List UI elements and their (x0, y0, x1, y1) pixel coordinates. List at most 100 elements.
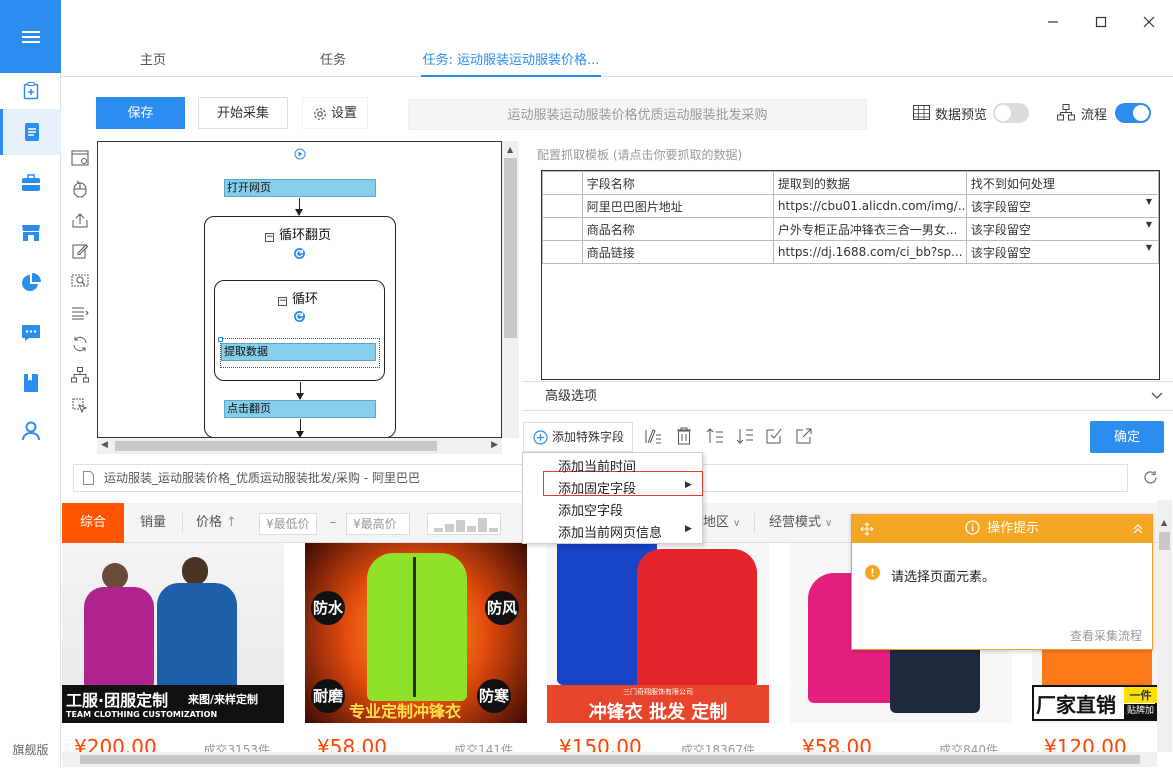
tool-open-page[interactable] (69, 147, 91, 169)
handle-dropdown[interactable]: 该字段留空 ▼ (965, 240, 1160, 264)
tool-recognize[interactable] (69, 271, 91, 293)
refresh-icon (73, 336, 87, 352)
flow-node-extract[interactable]: 提取数据 (221, 343, 376, 361)
move-icon[interactable] (860, 522, 874, 536)
tool-extract[interactable] (69, 209, 91, 231)
list-icon (72, 307, 89, 320)
price-histogram[interactable] (427, 513, 501, 535)
warning-icon (865, 565, 880, 580)
user-icon (21, 421, 40, 441)
tool-input[interactable] (69, 240, 91, 262)
sort-all[interactable]: 综合 (62, 503, 124, 543)
menu-item-add-current-time[interactable]: 添加当前时间 (558, 456, 636, 475)
banner-subtext: 来图/来样定制 (188, 693, 259, 706)
left-sidebar: 旗舰版 (0, 0, 61, 768)
filter-business-mode[interactable]: 经营模式 ∨ (769, 503, 832, 543)
rename-icon[interactable] (643, 426, 663, 446)
move-up-icon[interactable] (705, 426, 725, 446)
field-name-cell[interactable]: 商品链接 (581, 240, 774, 264)
tool-select[interactable] (69, 302, 91, 324)
collapse-icon[interactable]: − (265, 233, 274, 242)
external-link-icon[interactable] (794, 426, 814, 446)
collapse-icon[interactable]: − (278, 297, 287, 306)
flow-canvas[interactable]: 打开网页 − 循环翻页 − 循环 提取数据 点击翻页 (97, 141, 502, 438)
product-card[interactable]: 工服·团服定制 来图/来样定制 TEAM CLOTHING CUSTOMIZAT… (62, 543, 284, 752)
filter-region[interactable]: 地区 ∨ (703, 503, 740, 543)
config-title: 配置抓取模板 (请点击你要抓取的数据) (537, 148, 743, 162)
banner-text: 厂家直销 (1036, 693, 1116, 717)
settings-button[interactable]: 设置 (302, 97, 368, 129)
save-button[interactable]: 保存 (96, 97, 185, 129)
confirm-button[interactable]: 确定 (1090, 421, 1164, 453)
trash-icon[interactable] (674, 426, 694, 446)
data-preview-toggle[interactable] (993, 103, 1029, 123)
maximize-button[interactable] (1077, 0, 1125, 44)
min-price-input[interactable]: ¥最低价 (259, 513, 317, 535)
chevron-down-icon: ∨ (825, 518, 833, 529)
sidebar-item-new-task[interactable] (0, 73, 61, 109)
tool-click[interactable] (69, 178, 91, 200)
field-name-cell[interactable]: 商品名称 (581, 217, 774, 241)
loop-box[interactable]: − 循环 提取数据 (214, 280, 385, 381)
field-name-cell[interactable]: 阿里巴巴图片地址 (581, 194, 774, 218)
handle-dropdown[interactable]: 该字段留空 ▼ (965, 194, 1160, 218)
advanced-options[interactable]: 高级选项 (522, 381, 1173, 411)
clipboard-plus-icon (23, 82, 38, 100)
menu-item-add-page-info[interactable]: 添加当前网页信息 (558, 522, 662, 541)
selection-handle[interactable] (218, 337, 223, 342)
product-image[interactable]: 防水 防风 耐磨 防寒 专业定制冲锋衣 (305, 543, 527, 723)
product-card[interactable]: 三门奇翔服饰有限公司 冲锋衣 批发 定制 ¥150.00 成交18367件 (547, 543, 769, 752)
add-special-field-button[interactable]: 添加特殊字段 (523, 422, 633, 452)
max-price-input[interactable]: ¥最高价 (346, 513, 410, 535)
feature-badge: 防寒 (477, 679, 511, 713)
tool-hover[interactable] (69, 395, 91, 417)
minimize-button[interactable] (1029, 0, 1077, 44)
page-vertical-scrollbar[interactable]: ▲ (1157, 500, 1172, 752)
tab-home[interactable]: 主页 (101, 44, 205, 77)
sidebar-item-toolbox[interactable] (0, 160, 61, 206)
tip-header[interactable]: 操作提示 (852, 515, 1152, 543)
product-image[interactable]: 工服·团服定制 来图/来样定制 TEAM CLOTHING CUSTOMIZAT… (62, 543, 284, 723)
sidebar-item-tutorial[interactable] (0, 360, 61, 406)
tool-loop[interactable] (69, 333, 91, 355)
page-horizontal-scrollbar[interactable] (62, 752, 1157, 767)
sort-sales[interactable]: 销量 (140, 503, 166, 543)
menu-item-add-empty-field[interactable]: 添加空字段 (558, 500, 623, 519)
tab-current-task[interactable]: 任务: 运动服装运动服装价格... (421, 44, 601, 77)
dropdown-arrow-icon: ▼ (1145, 220, 1152, 229)
table-row[interactable]: 阿里巴巴图片地址 https://cbu01.alicdn.com/img/..… (542, 194, 1160, 218)
reload-icon[interactable] (1143, 470, 1158, 485)
product-card[interactable]: 防水 防风 耐磨 防寒 专业定制冲锋衣 ¥58.00 成交141件 (305, 543, 527, 752)
tab-tasks[interactable]: 任务 (281, 44, 385, 77)
flow-vertical-scrollbar[interactable]: ▲ (502, 141, 519, 438)
menu-button[interactable] (0, 0, 61, 73)
table-row[interactable]: 商品名称 户外专柜正品冲锋衣三合一男女... 该字段留空 ▼ (542, 217, 1160, 241)
sidebar-item-user[interactable] (0, 408, 61, 454)
submenu-arrow-icon: ▶ (685, 480, 692, 490)
flow-node-open-page[interactable]: 打开网页 (224, 179, 376, 197)
flow-horizontal-scrollbar[interactable]: ◀ ▶ (97, 438, 502, 454)
sidebar-item-messages[interactable] (0, 310, 61, 356)
collapse-up-icon[interactable] (1132, 523, 1144, 535)
tool-branch[interactable] (69, 364, 91, 386)
loop-paging-box[interactable]: − 循环翻页 − 循环 提取数据 点击翻页 (204, 216, 396, 437)
menu-item-add-fixed-field[interactable]: 添加固定字段 (558, 478, 636, 497)
upload-icon (72, 213, 88, 228)
view-flow-link[interactable]: 查看采集流程 (1070, 627, 1142, 644)
product-image[interactable]: 三门奇翔服饰有限公司 冲锋衣 批发 定制 (547, 543, 769, 723)
select-check-icon[interactable] (764, 426, 784, 446)
start-collect-button[interactable]: 开始采集 (198, 97, 288, 129)
window-controls (1029, 0, 1173, 44)
sidebar-item-tasks[interactable] (0, 109, 61, 155)
sort-price[interactable]: 价格 ↑ (196, 503, 237, 543)
cursor-icon (72, 398, 88, 414)
pie-chart-icon (21, 273, 41, 291)
sidebar-item-store[interactable] (0, 210, 61, 256)
table-row[interactable]: 商品链接 https://dj.1688.com/ci_bb?sp... 该字段… (542, 240, 1160, 264)
flow-node-click-next[interactable]: 点击翻页 (224, 400, 376, 418)
sidebar-item-stats[interactable] (0, 260, 61, 306)
handle-dropdown[interactable]: 该字段留空 ▼ (965, 217, 1160, 241)
flow-toggle[interactable] (1115, 103, 1151, 123)
close-button[interactable] (1125, 0, 1173, 44)
move-down-icon[interactable] (735, 426, 755, 446)
